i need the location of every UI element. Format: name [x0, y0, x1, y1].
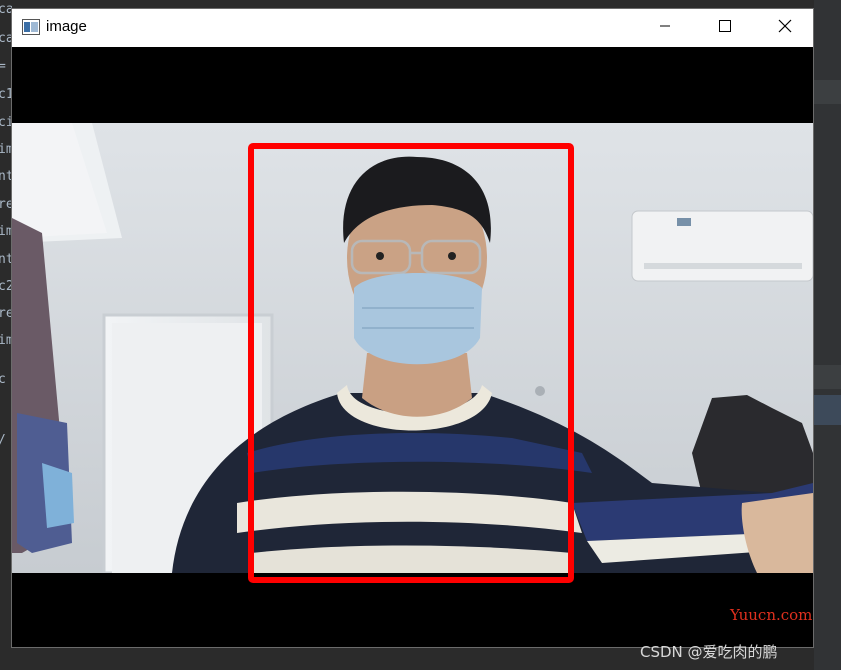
background-ide-panel	[814, 0, 841, 670]
code-fragment: =	[0, 59, 6, 74]
author-watermark: CSDN @爱吃肉的鹏	[640, 643, 778, 661]
image-window[interactable]: image	[11, 8, 814, 648]
code-fragment: /	[0, 433, 6, 448]
maximize-icon	[719, 19, 731, 37]
face-detection-box	[248, 143, 574, 583]
ide-row-highlight	[814, 365, 841, 389]
minimize-icon	[659, 19, 671, 37]
image-viewport	[12, 47, 813, 647]
maximize-button[interactable]	[702, 9, 748, 47]
ide-selection	[814, 395, 841, 425]
ide-row-highlight	[814, 80, 841, 104]
minimize-button[interactable]	[642, 9, 688, 47]
close-icon	[778, 19, 792, 38]
code-fragment: c	[0, 372, 6, 387]
window-titlebar[interactable]: image	[12, 9, 813, 47]
site-watermark: Yuucn.com	[730, 606, 813, 624]
window-title: image	[46, 18, 87, 35]
close-button[interactable]	[762, 9, 808, 47]
opencv-window-icon	[22, 19, 40, 35]
